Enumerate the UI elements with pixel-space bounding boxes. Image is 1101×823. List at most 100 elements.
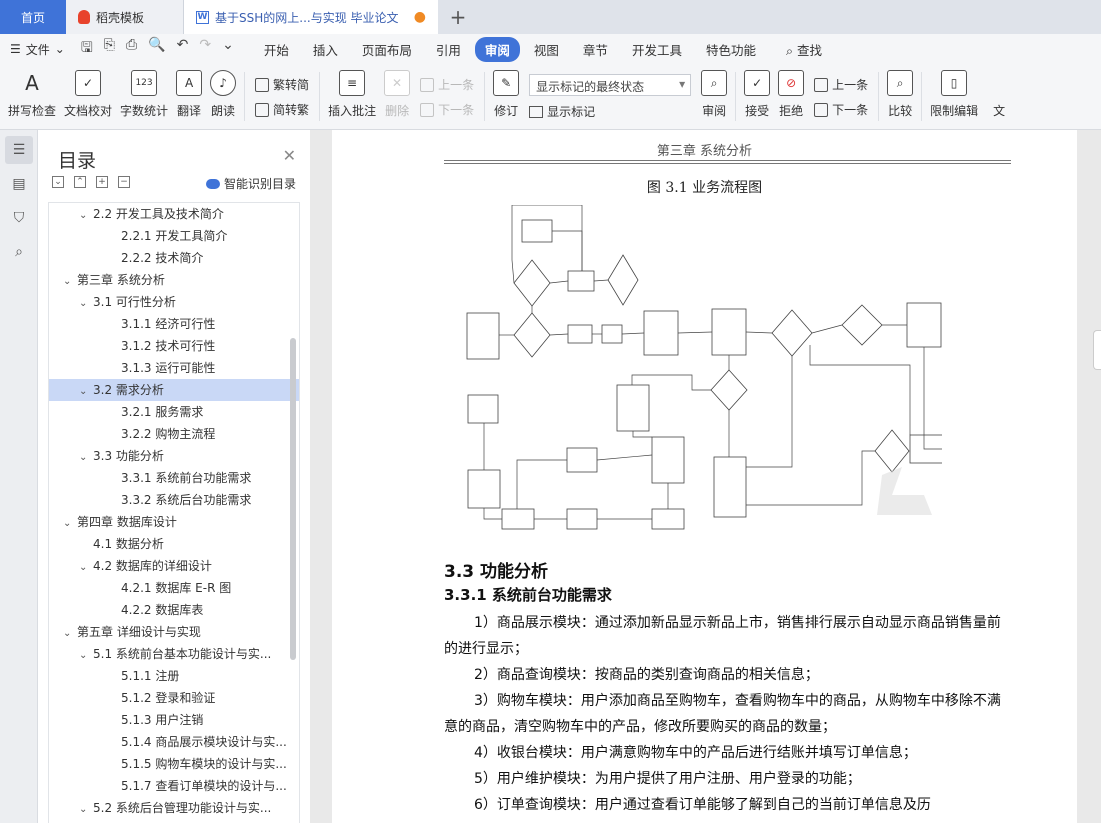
- add-heading-icon[interactable]: +: [96, 176, 108, 188]
- translate-button[interactable]: A 翻译: [172, 64, 206, 129]
- close-icon[interactable]: ✕: [283, 146, 296, 165]
- spell-check-button[interactable]: A 拼写检查: [0, 64, 60, 129]
- toc-scrollbar[interactable]: [290, 338, 296, 660]
- chevron-down-icon[interactable]: ⌄: [79, 645, 93, 665]
- toc-item[interactable]: ⌄ 3.1 可行性分析: [49, 291, 299, 313]
- menu-developer[interactable]: 开发工具: [622, 37, 692, 62]
- toc-item[interactable]: 4.1 数据分析: [49, 533, 299, 555]
- redo-icon[interactable]: ↷: [199, 37, 211, 61]
- insert-comment-button[interactable]: ≡ 插入批注: [324, 64, 380, 129]
- word-count-button[interactable]: 123 字数统计: [116, 64, 172, 129]
- bookmark-panel-button[interactable]: ⛉: [5, 204, 33, 232]
- toc-item[interactable]: 5.1.3 用户注销: [49, 709, 299, 731]
- find-panel-button[interactable]: ⌕: [5, 238, 33, 266]
- side-panel-handle[interactable]: [1093, 330, 1101, 370]
- review-pane-button[interactable]: ⌕ 审阅: [697, 64, 731, 129]
- toc-item[interactable]: 3.3.2 系统后台功能需求: [49, 489, 299, 511]
- doc-permission-label: 文: [993, 104, 1006, 118]
- toc-item[interactable]: ⌄ 第五章 详细设计与实现: [49, 621, 299, 643]
- toc-item[interactable]: ⌄ 5.2 系统后台管理功能设计与实...: [49, 797, 299, 819]
- show-markup-button[interactable]: 显示标记: [529, 103, 691, 120]
- restrict-edit-button[interactable]: ▯ 限制编辑: [926, 64, 982, 129]
- chevron-down-icon[interactable]: ⌄: [79, 205, 93, 225]
- toc-panel-button[interactable]: ☰: [5, 136, 33, 164]
- tab-document[interactable]: W 基于SSH的网上...与实现 毕业论文 ●: [184, 0, 438, 34]
- menu-section[interactable]: 章节: [573, 37, 618, 62]
- toc-item[interactable]: ⌄ 4.2 数据库的详细设计: [49, 555, 299, 577]
- toc-item[interactable]: ⌄ 第四章 数据库设计: [49, 511, 299, 533]
- menu-features[interactable]: 特色功能: [696, 37, 766, 62]
- chevron-down-icon[interactable]: ⌄: [79, 293, 93, 313]
- expand-icon[interactable]: ⌃: [74, 176, 86, 188]
- accept-button[interactable]: ✓ 接受: [740, 64, 774, 129]
- next-comment-button[interactable]: 下一条: [420, 101, 474, 118]
- chapter-panel-button[interactable]: ▤: [5, 170, 33, 198]
- flow-connectors: [483, 205, 942, 520]
- simp-to-trad-button[interactable]: 简转繁: [255, 101, 309, 118]
- chevron-down-icon[interactable]: ⌄: [79, 799, 93, 819]
- chevron-down-icon[interactable]: ⌄: [63, 623, 77, 643]
- new-tab-button[interactable]: +: [438, 0, 478, 34]
- doc-permission-button[interactable]: 文: [982, 64, 1012, 129]
- toc-item[interactable]: 5.1.2 登录和验证: [49, 687, 299, 709]
- remove-heading-icon[interactable]: −: [118, 176, 130, 188]
- toc-item[interactable]: ⌄ 5.1 系统前台基本功能设计与实...: [49, 643, 299, 665]
- toc-item[interactable]: 3.1.2 技术可行性: [49, 335, 299, 357]
- prev-change-button[interactable]: 上一条: [814, 76, 868, 93]
- toc-item[interactable]: 4.2.1 数据库 E-R 图: [49, 577, 299, 599]
- toc-item[interactable]: ⌄ 3.3 功能分析: [49, 445, 299, 467]
- print-preview-icon[interactable]: 🔍: [148, 37, 165, 61]
- collapse-icon[interactable]: ⌄: [52, 176, 64, 188]
- toc-item[interactable]: 3.2.2 购物主流程: [49, 423, 299, 445]
- save-icon[interactable]: 🖫: [81, 37, 93, 61]
- flow-node: [711, 308, 747, 356]
- menu-insert[interactable]: 插入: [303, 37, 348, 62]
- toc-item[interactable]: 3.1.3 运行可能性: [49, 357, 299, 379]
- chevron-down-icon[interactable]: ⌄: [79, 381, 93, 401]
- menu-references[interactable]: 引用: [426, 37, 471, 62]
- toc-item[interactable]: ⌄ 3.2 需求分析: [49, 379, 299, 401]
- file-menu[interactable]: ☰ 文件 ⌄: [0, 41, 75, 58]
- toc-item[interactable]: 5.1.7 查看订单模块的设计与...: [49, 775, 299, 797]
- toc-item[interactable]: 5.1.5 购物车模块的设计与实...: [49, 753, 299, 775]
- toc-item[interactable]: 4.2.2 数据库表: [49, 599, 299, 621]
- toc-item[interactable]: 3.2.1 服务需求: [49, 401, 299, 423]
- next-change-button[interactable]: 下一条: [814, 101, 868, 118]
- menu-view[interactable]: 视图: [524, 37, 569, 62]
- read-aloud-button[interactable]: ♪ 朗读: [206, 64, 240, 129]
- toc-item[interactable]: 2.2.1 开发工具简介: [49, 225, 299, 247]
- delete-comment-button[interactable]: ✕ 删除: [380, 64, 414, 129]
- menu-page-layout[interactable]: 页面布局: [352, 37, 422, 62]
- toc-item[interactable]: 3.1.1 经济可行性: [49, 313, 299, 335]
- chevron-down-icon[interactable]: ⌄: [79, 447, 93, 467]
- flow-decision: [771, 309, 813, 357]
- customize-icon[interactable]: ⌄: [222, 37, 234, 61]
- toc-item[interactable]: 5.1.4 商品展示模块设计与实...: [49, 731, 299, 753]
- prev-comment-button[interactable]: 上一条: [420, 76, 474, 93]
- document-page[interactable]: 第三章 系统分析 图 3.1 业务流程图 3.3 功能分析 3.3.1 系统前台…: [332, 130, 1077, 823]
- docer-logo-icon: [78, 10, 90, 24]
- export-icon[interactable]: ⎘: [104, 37, 115, 61]
- toc-item[interactable]: ⌄ 第三章 系统分析: [49, 269, 299, 291]
- compare-button[interactable]: ⌕ 比较: [883, 64, 917, 129]
- smart-toc-button[interactable]: 智能识别目录: [205, 175, 296, 192]
- undo-icon[interactable]: ↶: [177, 37, 189, 61]
- chevron-down-icon[interactable]: ⌄: [63, 513, 77, 533]
- chevron-down-icon[interactable]: ⌄: [63, 271, 77, 291]
- toc-item[interactable]: 5.1.1 注册: [49, 665, 299, 687]
- menu-home[interactable]: 开始: [254, 37, 299, 62]
- toc-item[interactable]: 3.3.1 系统前台功能需求: [49, 467, 299, 489]
- proofread-button[interactable]: ✓ 文档校对: [60, 64, 116, 129]
- menu-search[interactable]: ⌕ 查找: [776, 37, 832, 62]
- trad-to-simp-button[interactable]: 繁转简: [255, 76, 309, 93]
- print-icon[interactable]: ⎙: [126, 37, 137, 61]
- revise-button[interactable]: ✎ 修订: [489, 64, 523, 129]
- reject-button[interactable]: ⊘ 拒绝: [774, 64, 808, 129]
- toc-item[interactable]: 2.2.2 技术简介: [49, 247, 299, 269]
- chevron-down-icon[interactable]: ⌄: [79, 557, 93, 577]
- menu-review[interactable]: 审阅: [474, 36, 520, 62]
- tab-templates[interactable]: 稻壳模板: [66, 0, 184, 34]
- tab-home[interactable]: 首页: [0, 0, 66, 34]
- toc-item[interactable]: ⌄ 2.2 开发工具及技术简介: [49, 203, 299, 225]
- markup-state-select[interactable]: 显示标记的最终状态: [529, 73, 692, 96]
